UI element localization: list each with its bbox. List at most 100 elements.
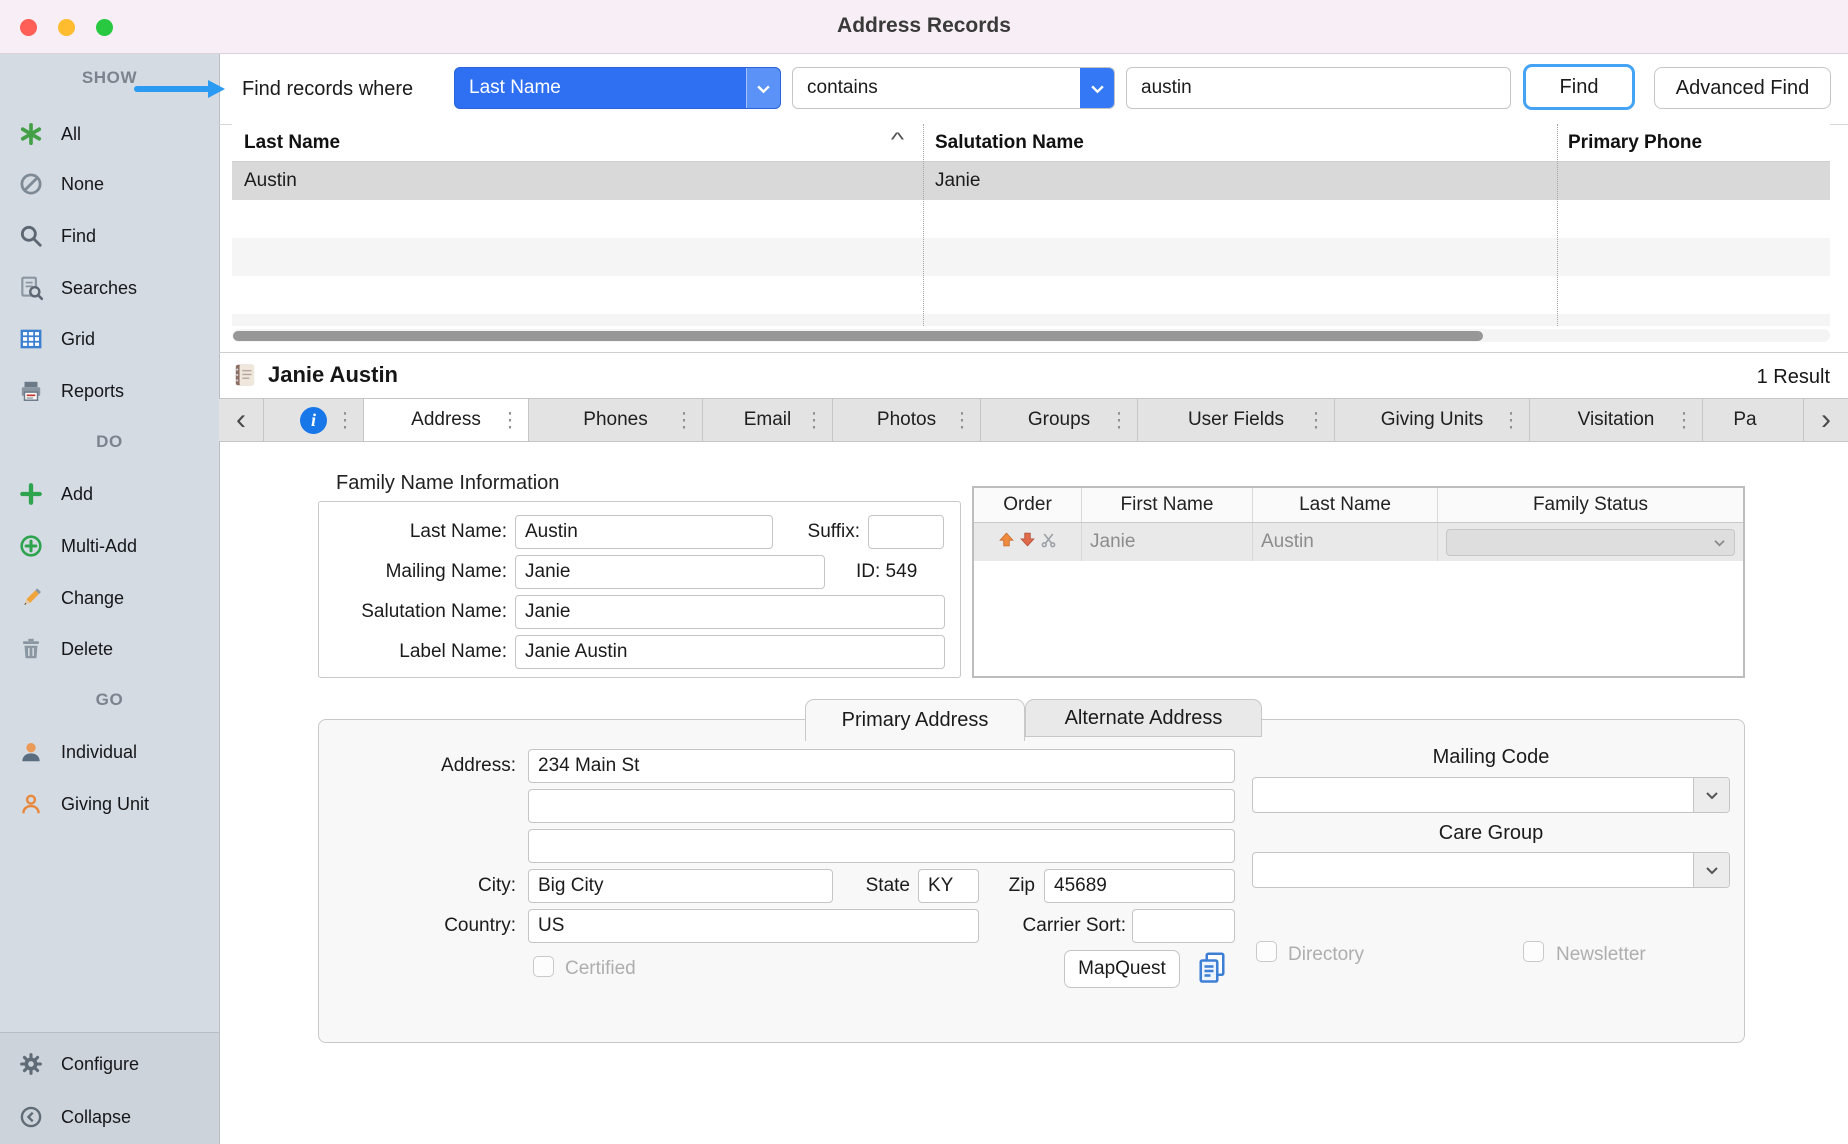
sidebar-item-giving-unit[interactable]: Giving Unit <box>0 782 219 826</box>
field-select[interactable]: Last Name <box>454 67 781 109</box>
horizontal-scrollbar[interactable] <box>232 329 1830 342</box>
column-header-last-name[interactable]: Last Name <box>244 132 340 154</box>
plus-icon <box>18 481 44 507</box>
newsletter-checkbox[interactable] <box>1523 941 1544 962</box>
kebab-menu-icon[interactable]: ⋮ <box>1306 408 1326 433</box>
trash-icon <box>18 636 44 662</box>
sidebar-item-none[interactable]: None <box>0 162 219 206</box>
sidebar-item-individual[interactable]: Individual <box>0 730 219 774</box>
care-group-select[interactable] <box>1252 852 1730 888</box>
state-label: State <box>830 875 910 897</box>
sidebar-item-configure[interactable]: Configure <box>0 1042 219 1086</box>
column-header-primary-phone[interactable]: Primary Phone <box>1568 132 1702 154</box>
column-header-salutation-name[interactable]: Salutation Name <box>935 132 1084 154</box>
sidebar-item-multi-add[interactable]: Multi-Add <box>0 524 219 568</box>
sidebar-item-find[interactable]: Find <box>0 214 219 258</box>
carrier-sort-field[interactable] <box>1132 909 1235 943</box>
sidebar-item-reports[interactable]: Reports <box>0 369 219 413</box>
label-name-label: Label Name: <box>277 641 507 663</box>
kebab-menu-icon[interactable]: ⋮ <box>1674 408 1694 433</box>
tab-scroll-right-button[interactable]: › <box>1803 399 1848 441</box>
label-name-field[interactable]: Janie Austin <box>515 635 945 669</box>
tab-email[interactable]: Email⋮ <box>703 399 833 441</box>
zip-field[interactable]: 45689 <box>1044 869 1235 903</box>
move-up-icon[interactable] <box>998 531 1015 554</box>
sidebar-item-searches[interactable]: Searches <box>0 266 219 310</box>
tab-phones[interactable]: Phones⋮ <box>529 399 703 441</box>
members-col-family-status: Family Status <box>1438 488 1743 522</box>
person-icon <box>18 739 44 765</box>
tab-scroll-left-button[interactable]: ‹ <box>219 399 264 441</box>
kebab-menu-icon[interactable]: ⋮ <box>804 408 824 433</box>
sidebar-item-grid[interactable]: Grid <box>0 317 219 361</box>
family-box-title: Family Name Information <box>330 472 565 495</box>
sidebar-item-add[interactable]: Add <box>0 472 219 516</box>
member-first-name: Janie <box>1082 523 1253 561</box>
sort-ascending-icon[interactable]: ^ <box>891 130 904 152</box>
tab-groups[interactable]: Groups⋮ <box>981 399 1138 441</box>
operator-select[interactable]: contains <box>792 67 1115 109</box>
kebab-menu-icon[interactable]: ⋮ <box>1501 408 1521 433</box>
family-status-select[interactable] <box>1446 529 1735 556</box>
kebab-menu-icon[interactable]: ⋮ <box>335 408 355 433</box>
address-line2-field[interactable] <box>528 789 1235 823</box>
tab-giving-units[interactable]: Giving Units⋮ <box>1335 399 1530 441</box>
tab-info[interactable]: i ⋮ <box>264 399 364 441</box>
scrollbar-thumb[interactable] <box>233 331 1483 341</box>
mailing-code-label: Mailing Code <box>1252 746 1730 769</box>
tab-primary-address[interactable]: Primary Address <box>805 699 1025 741</box>
country-field[interactable]: US <box>528 909 979 943</box>
kebab-menu-icon[interactable]: ⋮ <box>1109 408 1129 433</box>
city-field[interactable]: Big City <box>528 869 833 903</box>
operator-select-value: contains <box>793 77 1080 99</box>
sidebar-item-delete[interactable]: Delete <box>0 627 219 671</box>
gear-icon <box>18 1051 44 1077</box>
tab-photos[interactable]: Photos⋮ <box>833 399 981 441</box>
kebab-menu-icon[interactable]: ⋮ <box>952 408 972 433</box>
kebab-menu-icon[interactable]: ⋮ <box>500 408 520 433</box>
result-row-selected[interactable]: Austin Janie <box>232 162 1830 200</box>
result-row-empty[interactable] <box>232 238 1830 276</box>
family-members-table: Order First Name Last Name Family Status… <box>972 486 1745 678</box>
kebab-menu-icon[interactable]: ⋮ <box>674 408 694 433</box>
field-select-value: Last Name <box>455 77 746 99</box>
member-row[interactable]: Janie Austin <box>974 523 1743 561</box>
mailing-code-select[interactable] <box>1252 777 1730 813</box>
tab-visitation[interactable]: Visitation⋮ <box>1530 399 1703 441</box>
find-button[interactable]: Find <box>1523 64 1635 110</box>
tab-user-fields[interactable]: User Fields⋮ <box>1138 399 1335 441</box>
salutation-name-field[interactable]: Janie <box>515 595 945 629</box>
members-header-row: Order First Name Last Name Family Status <box>974 488 1743 523</box>
directory-label: Directory <box>1288 944 1364 966</box>
mapquest-button[interactable]: MapQuest <box>1064 950 1180 988</box>
members-col-order: Order <box>974 488 1082 522</box>
certified-checkbox[interactable] <box>533 956 554 977</box>
mailing-name-field[interactable]: Janie <box>515 555 825 589</box>
result-row-empty[interactable] <box>232 200 1830 238</box>
person-outline-icon <box>18 791 44 817</box>
tab-alternate-address[interactable]: Alternate Address <box>1025 699 1262 737</box>
tab-address[interactable]: Address⋮ <box>364 399 529 441</box>
tab-truncated[interactable]: Pa <box>1703 399 1787 441</box>
copy-address-icon[interactable] <box>1194 950 1230 991</box>
result-row-empty[interactable] <box>232 314 1830 326</box>
mailing-name-label: Mailing Name: <box>277 561 507 583</box>
search-input[interactable]: austin <box>1126 67 1511 109</box>
sidebar-item-collapse[interactable]: Collapse <box>0 1095 219 1139</box>
chevron-right-icon: › <box>1821 403 1831 437</box>
address-line1-field[interactable]: 234 Main St <box>528 749 1235 783</box>
advanced-find-button[interactable]: Advanced Find <box>1654 67 1831 109</box>
sidebar-item-all[interactable]: All <box>0 112 219 156</box>
cut-icon[interactable] <box>1040 531 1057 554</box>
sidebar-item-label: Multi-Add <box>61 536 137 557</box>
directory-checkbox[interactable] <box>1256 941 1277 962</box>
suffix-field[interactable] <box>868 515 944 549</box>
result-row-empty[interactable] <box>232 276 1830 314</box>
chevron-left-icon: ‹ <box>236 403 246 437</box>
pencil-icon <box>18 585 44 611</box>
sidebar-item-label: Grid <box>61 329 95 350</box>
suffix-label: Suffix: <box>710 521 860 543</box>
move-down-icon[interactable] <box>1019 531 1036 554</box>
sidebar-item-change[interactable]: Change <box>0 576 219 620</box>
address-line3-field[interactable] <box>528 829 1235 863</box>
